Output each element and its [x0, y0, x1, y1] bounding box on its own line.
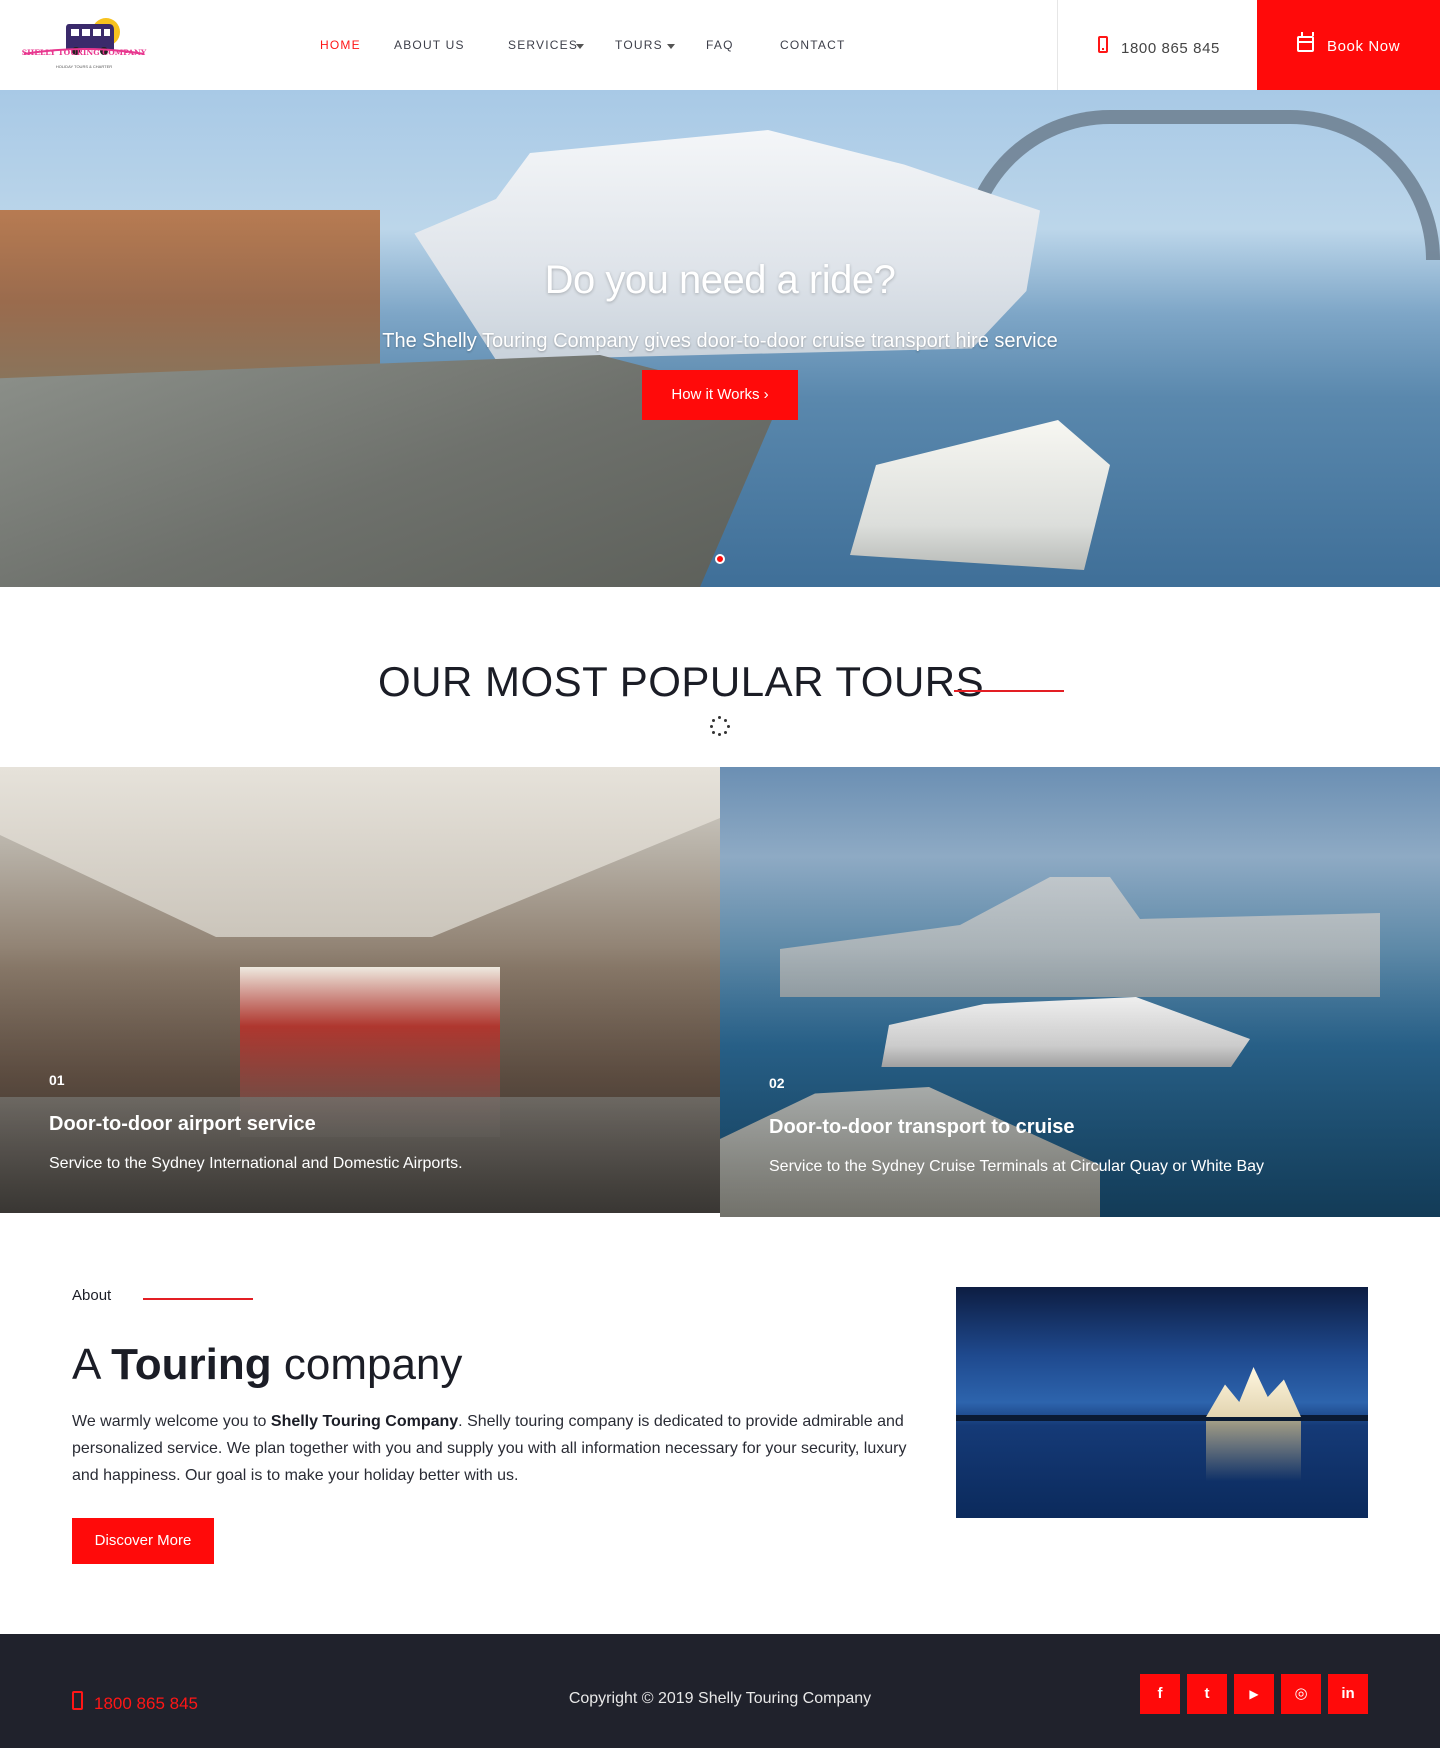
- opera-shore: [956, 1415, 1368, 1421]
- book-now-button[interactable]: Book Now: [1257, 0, 1440, 90]
- opera-house-shape: [1206, 1367, 1301, 1417]
- company-logo[interactable]: [14, 10, 154, 72]
- header-phone[interactable]: 1800 865 845: [1057, 0, 1257, 90]
- nav-tours[interactable]: TOURS: [615, 38, 663, 52]
- hero-slider: Do you need a ride? The Shelly Touring C…: [0, 90, 1440, 587]
- site-header: SHELLY TOURING COMPANY HOLIDAY TOURS & C…: [0, 0, 1440, 90]
- chevron-down-icon[interactable]: [576, 44, 584, 49]
- book-now-label: Book Now: [1327, 38, 1401, 55]
- instagram-icon[interactable]: ◎: [1281, 1674, 1321, 1714]
- logo-text: SHELLY TOURING COMPANY: [21, 48, 147, 57]
- about-text-pre: We warmly welcome you to: [72, 1413, 267, 1430]
- opera-reflection: [1206, 1421, 1301, 1481]
- about-title: A Touring company: [72, 1340, 462, 1390]
- about-title-bold: Touring: [111, 1340, 272, 1389]
- about-title-post: company: [283, 1340, 463, 1389]
- youtube-icon[interactable]: ▶: [1234, 1674, 1274, 1714]
- chevron-down-icon[interactable]: [667, 44, 675, 49]
- card-overlay: [720, 767, 1440, 1217]
- card-overlay: [0, 767, 720, 1213]
- nav-faq[interactable]: FAQ: [706, 38, 734, 52]
- opera-house-image: [956, 1287, 1368, 1518]
- about-paragraph: We warmly welcome you to Shelly Touring …: [72, 1408, 932, 1489]
- hero-subtitle: The Shelly Touring Company gives door-to…: [382, 330, 1058, 352]
- site-footer: 1800 865 845 Copyright © 2019 Shelly Tou…: [0, 1634, 1440, 1748]
- tour-card-cruise[interactable]: 02 Door-to-door transport to cruise Serv…: [720, 767, 1440, 1217]
- phone-icon: [1098, 36, 1108, 53]
- nav-services[interactable]: SERVICES: [508, 38, 578, 52]
- card-description: Service to the Sydney International and …: [49, 1155, 463, 1172]
- about-text-bold: Shelly Touring Company: [270, 1413, 459, 1430]
- slider-dot-active[interactable]: [715, 554, 725, 564]
- nav-home[interactable]: HOME: [320, 38, 361, 52]
- hero-image-cruise-ship: [414, 130, 1040, 360]
- twitter-icon[interactable]: t: [1187, 1674, 1227, 1714]
- nav-contact[interactable]: CONTACT: [780, 38, 846, 52]
- tour-card-airport[interactable]: 01 Door-to-door airport service Service …: [0, 767, 720, 1213]
- loading-spinner-icon: [710, 716, 730, 736]
- card-description: Service to the Sydney Cruise Terminals a…: [769, 1158, 1265, 1175]
- section-title-popular-tours: OUR MOST POPULAR TOURS: [378, 658, 985, 705]
- about-underline: [143, 1298, 253, 1300]
- hero-image-wharf: [0, 355, 780, 587]
- header-phone-number[interactable]: 1800 865 845: [1121, 40, 1220, 57]
- hero-title: Do you need a ride?: [544, 258, 896, 302]
- how-it-works-button[interactable]: How it Works ›: [642, 370, 798, 420]
- logo-tagline: HOLIDAY TOURS & CHARTER: [55, 64, 113, 69]
- card-title[interactable]: Door-to-door transport to cruise: [769, 1116, 1075, 1139]
- chevron-right-icon: ›: [763, 386, 769, 403]
- card-number: 01: [49, 1072, 65, 1088]
- how-it-works-label: How it Works: [671, 386, 760, 403]
- nav-about-us[interactable]: ABOUT US: [394, 38, 465, 52]
- hero-image-ferry: [850, 420, 1110, 570]
- card-title[interactable]: Door-to-door airport service: [49, 1113, 316, 1136]
- title-underline: [954, 690, 1064, 692]
- calendar-icon: [1297, 32, 1314, 52]
- about-kicker: About: [72, 1287, 112, 1304]
- linkedin-icon[interactable]: in: [1328, 1674, 1368, 1714]
- facebook-icon[interactable]: f: [1140, 1674, 1180, 1714]
- about-title-pre: A: [72, 1340, 99, 1389]
- discover-more-button[interactable]: Discover More: [72, 1518, 214, 1564]
- card-number: 02: [769, 1075, 785, 1091]
